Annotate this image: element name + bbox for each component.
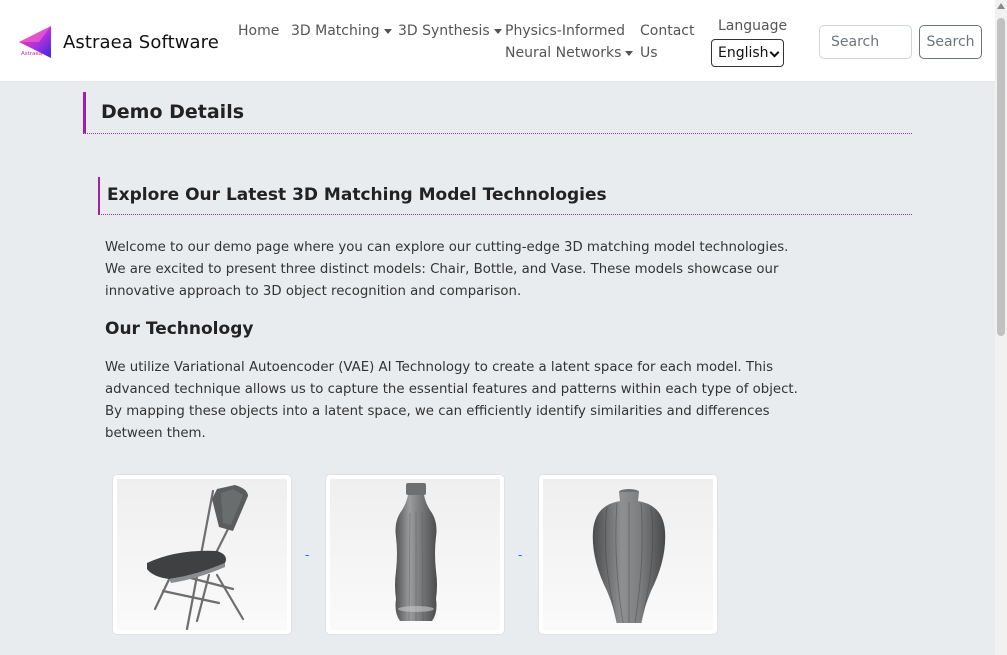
language-selected-value: English <box>718 45 769 61</box>
nav-pinn-dropdown[interactable]: Physics-Informed Neural Networks <box>505 20 634 64</box>
chevron-down-icon <box>383 28 392 34</box>
nav-pinn-label-line1: Physics-Informed <box>505 23 625 39</box>
chair-model-image <box>117 479 287 630</box>
bottle-model-image <box>330 479 500 630</box>
technology-heading: Our Technology <box>105 319 254 339</box>
astraea-logo-icon: Astraea <box>19 26 51 58</box>
intro-line: We are excited to present three distinct… <box>105 262 779 277</box>
page-title-bar: Demo Details <box>83 92 912 134</box>
nav-3d-matching-dropdown[interactable]: 3D Matching <box>291 20 392 42</box>
brand[interactable]: Astraea Astraea Software <box>17 24 219 60</box>
chevron-down-icon <box>625 50 634 56</box>
technology-paragraph: We utilize Variational Autoencoder (VAE)… <box>105 357 798 445</box>
vase-model-card[interactable] <box>538 474 718 635</box>
nav-home[interactable]: Home <box>238 20 279 42</box>
nav-3d-matching-label: 3D Matching <box>291 23 380 39</box>
bottle-model-card[interactable] <box>325 474 505 635</box>
separator-dash: - <box>305 548 310 562</box>
chair-model-icon <box>147 485 248 630</box>
section-heading-bar: Explore Our Latest 3D Matching Model Tec… <box>98 177 912 215</box>
intro-line: innovative approach to 3D object recogni… <box>105 284 522 299</box>
nav-3d-synthesis-label: 3D Synthesis <box>398 23 490 39</box>
page-title: Demo Details <box>101 101 245 123</box>
nav-contact-us[interactable]: Contact Us <box>640 20 694 64</box>
technology-line: between them. <box>105 426 206 441</box>
language-select[interactable]: English <box>711 39 784 67</box>
scroll-up-arrow-icon[interactable] <box>997 3 1005 9</box>
brand-name[interactable]: Astraea Software <box>63 32 219 53</box>
nav-home-label: Home <box>238 23 280 39</box>
technology-line: advanced technique allows us to capture … <box>105 382 798 397</box>
section-heading: Explore Our Latest 3D Matching Model Tec… <box>107 185 607 205</box>
page-scrollbar[interactable] <box>995 0 1007 655</box>
intro-line: Welcome to our demo page where you can e… <box>105 240 789 255</box>
nav-contact-label-line2: Us <box>640 45 658 61</box>
svg-text:Astraea: Astraea <box>21 51 42 57</box>
chevron-down-icon <box>769 47 780 58</box>
nav-contact-label-line1: Contact <box>640 23 695 39</box>
vase-model-image <box>543 479 713 630</box>
scrollbar-thumb[interactable] <box>997 18 1005 336</box>
search-button[interactable]: Search <box>919 25 982 59</box>
search-input[interactable]: Search <box>819 25 912 59</box>
technology-line: We utilize Variational Autoencoder (VAE)… <box>105 360 774 375</box>
bottle-model-icon <box>395 483 437 622</box>
chevron-down-icon <box>493 28 502 34</box>
search-placeholder: Search <box>831 34 880 50</box>
vase-model-icon <box>592 489 666 624</box>
chair-model-card[interactable] <box>112 474 292 635</box>
nav-3d-synthesis-dropdown[interactable]: 3D Synthesis <box>398 20 502 42</box>
intro-paragraph: Welcome to our demo page where you can e… <box>105 237 789 303</box>
nav-pinn-label-line2: Neural Networks <box>505 45 622 61</box>
separator-dash: - <box>518 548 523 562</box>
top-navbar: Astraea Astraea Software Home 3D Matchin… <box>0 0 995 82</box>
language-label: Language <box>718 18 788 34</box>
technology-line: By mapping these objects into a latent s… <box>105 404 770 419</box>
